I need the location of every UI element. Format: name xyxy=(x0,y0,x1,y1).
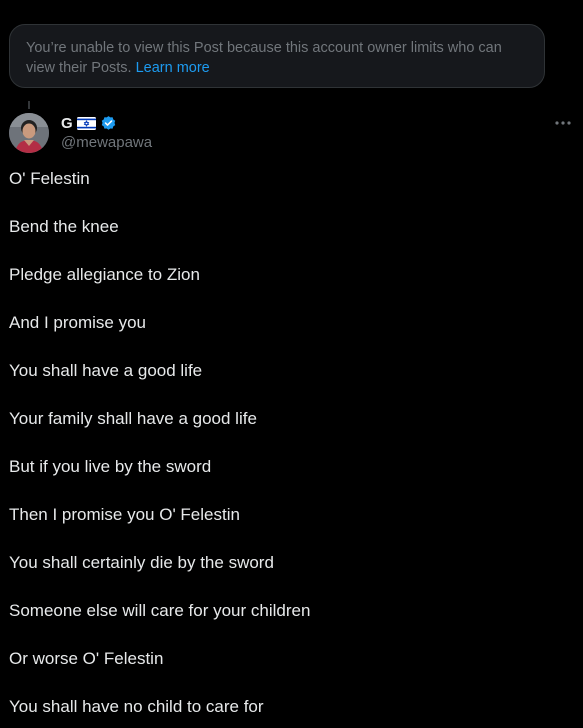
post-line: You shall have no child to care for xyxy=(9,697,264,716)
post-line: And I promise you xyxy=(9,313,147,332)
notice-text: You’re unable to view this Post because … xyxy=(26,40,502,76)
post-line: Someone else will care for your children xyxy=(9,601,311,620)
post-line: But if you live by the sword xyxy=(9,457,212,476)
author-name-row: G xyxy=(61,112,117,134)
post-page: You’re unable to view this Post because … xyxy=(0,0,583,728)
author-handle[interactable]: @mewapawa xyxy=(61,134,152,151)
post-line: Your family shall have a good life xyxy=(9,409,257,428)
post-line: You shall have a good life xyxy=(9,361,203,380)
post-line: Pledge allegiance to Zion xyxy=(9,265,200,284)
post-line: O' Felestin xyxy=(9,169,90,188)
post-line: Bend the knee xyxy=(9,217,119,236)
verified-badge-icon[interactable] xyxy=(100,115,117,132)
restricted-post-notice: You’re unable to view this Post because … xyxy=(9,24,545,88)
post-line: Or worse O' Felestin xyxy=(9,649,164,668)
avatar[interactable] xyxy=(9,113,49,153)
post-line: Then I promise you O' Felestin xyxy=(9,505,240,524)
avatar-image xyxy=(9,113,49,153)
more-options-button[interactable] xyxy=(553,113,573,133)
ellipsis-icon xyxy=(555,121,571,125)
post-line: You shall certainly die by the sword xyxy=(9,553,274,572)
post-body: O' Felestin Bend the knee Pledge allegia… xyxy=(9,168,569,728)
author-display-name[interactable]: G xyxy=(61,115,73,132)
israel-flag-icon xyxy=(76,116,96,130)
thread-connector-line xyxy=(28,101,30,109)
learn-more-link[interactable]: Learn more xyxy=(136,60,210,76)
